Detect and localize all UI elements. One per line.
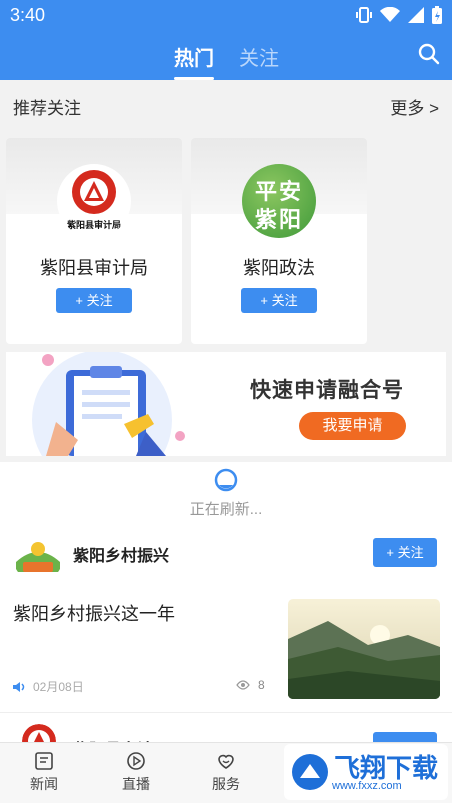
nav-live-label: 直播 [122, 776, 150, 792]
feed-list: 正在刷新... 紫阳乡村振兴 + 关注 紫阳乡村振兴这一年 02月08日 8 紫… [0, 462, 452, 762]
article-meta-views: 8 [236, 678, 265, 692]
rural-logo-icon [13, 532, 63, 582]
article-views: 8 [258, 678, 265, 692]
tab-hot[interactable]: 热门 [174, 42, 214, 80]
follow-button[interactable]: + 关注 [241, 288, 317, 313]
article-thumbnail[interactable] [288, 599, 440, 699]
recommend-card-law[interactable]: 平安 紫阳 紫阳政法 + 关注 [191, 138, 367, 344]
nav-news[interactable]: 新闻 [4, 751, 84, 794]
watermark-url: www.fxxz.com [332, 780, 402, 792]
card-name: 紫阳县审计局 [40, 258, 148, 278]
signal-icon [408, 7, 424, 23]
article-title[interactable]: 紫阳乡村振兴这一年 [13, 600, 175, 626]
audit-logo-caption: 紫阳县审计局 [66, 220, 121, 230]
news-icon [35, 752, 53, 770]
account-name[interactable]: 紫阳乡村振兴 [73, 542, 169, 566]
law-logo: 平安 紫阳 [242, 164, 316, 238]
status-icons [356, 6, 442, 24]
recommend-card-audit[interactable]: 紫阳县审计局 紫阳县审计局 + 关注 [6, 138, 182, 344]
top-header: 热门 关注 [0, 32, 452, 80]
divider [0, 712, 452, 713]
vibrate-icon [356, 7, 372, 23]
article-meta-date: 02月08日 [13, 678, 84, 695]
watermark: 飞翔下载 www.fxxz.com [284, 744, 448, 800]
live-icon [127, 752, 145, 770]
account-avatar[interactable] [13, 532, 63, 582]
follow-button[interactable]: + 关注 [56, 288, 132, 313]
battery-icon [432, 6, 442, 24]
service-icon [218, 754, 234, 769]
apply-banner[interactable]: 快速申请融合号 我要申请 [6, 352, 446, 456]
watermark-logo-icon [292, 754, 328, 790]
follow-button[interactable]: + 关注 [373, 538, 437, 567]
nav-news-label: 新闻 [30, 776, 58, 792]
audio-icon [13, 681, 25, 692]
recommend-section-header: 推荐关注 更多 > [0, 80, 452, 130]
apply-button[interactable]: 我要申请 [299, 412, 406, 440]
nav-service[interactable]: 服务 [186, 751, 266, 794]
refresh-status: 正在刷新... [189, 501, 263, 518]
tab-follow[interactable]: 关注 [239, 42, 279, 71]
eye-icon [236, 680, 250, 690]
clipboard-illustration-icon [32, 352, 185, 456]
wifi-icon [380, 7, 400, 22]
more-link[interactable]: 更多 > [390, 94, 439, 119]
search-icon[interactable] [418, 43, 440, 65]
audit-logo: 紫阳县审计局 [57, 164, 131, 238]
banner-title: 快速申请融合号 [250, 379, 404, 402]
nav-service-label: 服务 [212, 776, 240, 792]
status-bar: 3:40 [0, 0, 452, 32]
nav-live[interactable]: 直播 [96, 751, 176, 794]
article-date: 02月08日 [33, 680, 84, 694]
status-time: 3:40 [10, 5, 46, 25]
law-logo-line2: 紫阳 [254, 207, 303, 232]
refresh-spinner-icon [214, 468, 238, 492]
recommend-title: 推荐关注 [13, 99, 81, 118]
landscape-photo-icon [288, 599, 440, 699]
card-name: 紫阳政法 [243, 258, 315, 278]
